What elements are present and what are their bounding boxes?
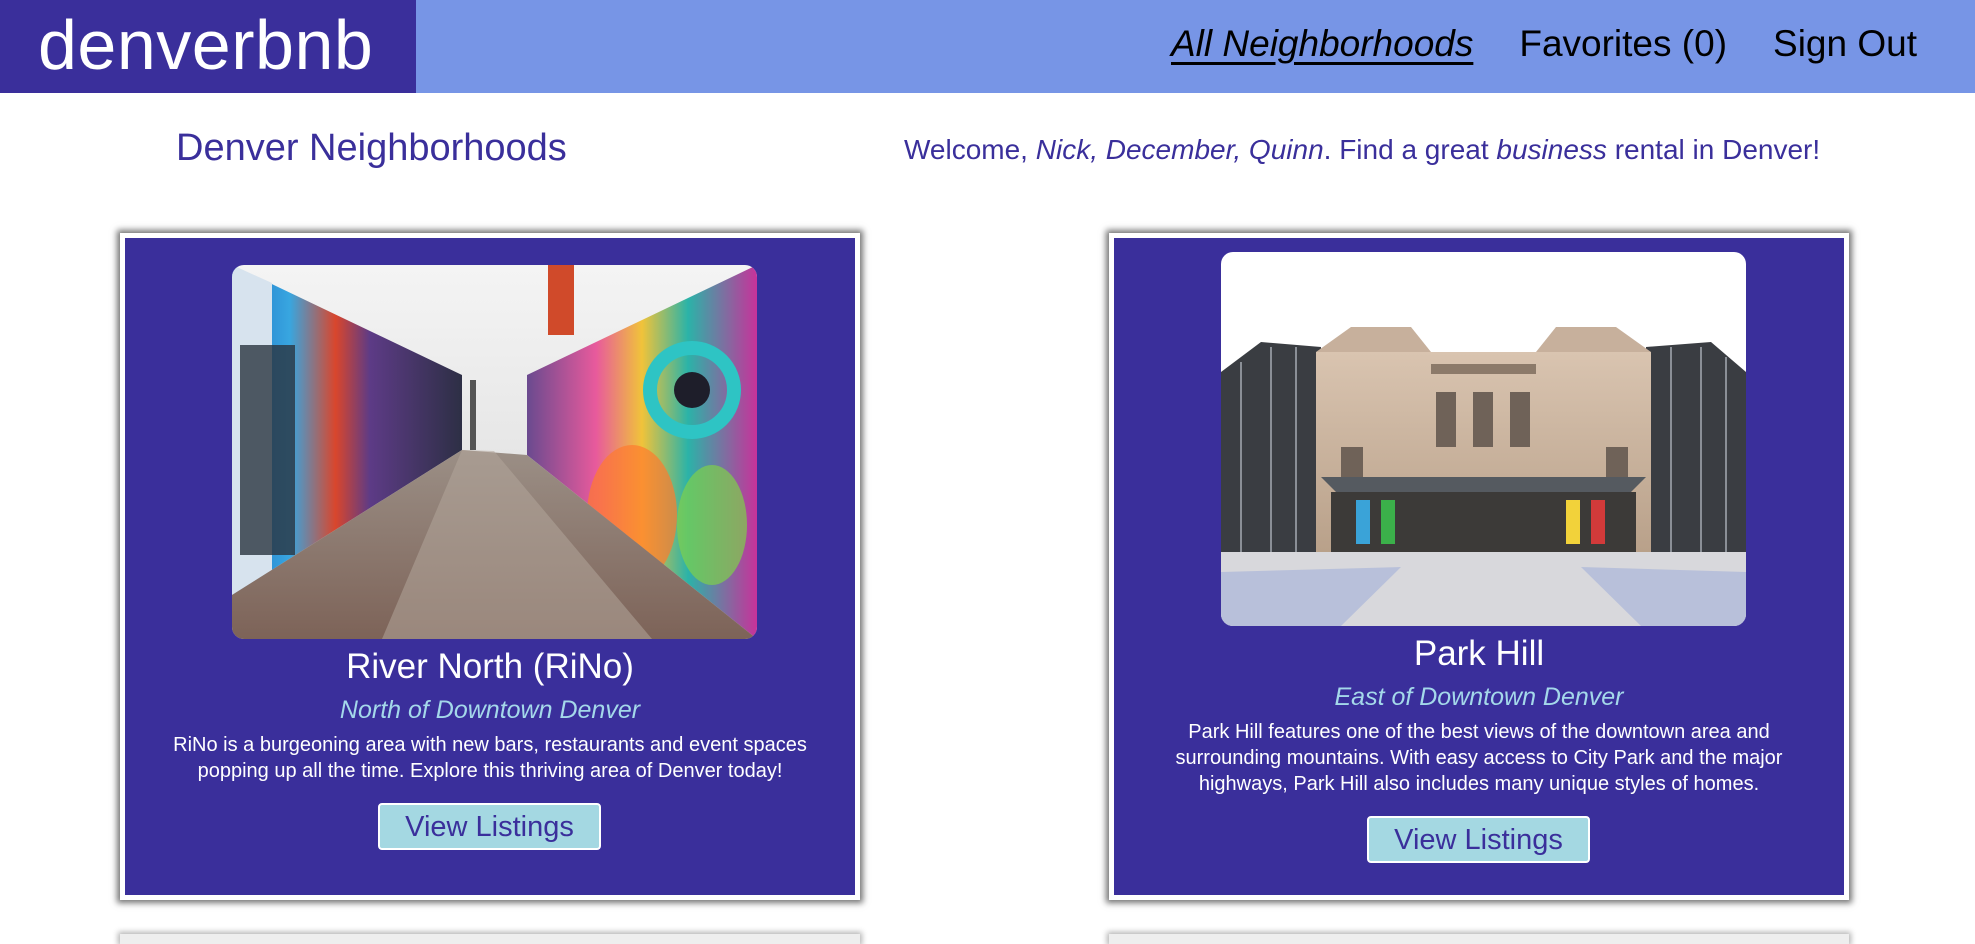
welcome-suffix: rental in Denver!: [1606, 134, 1821, 165]
welcome-middle: . Find a great: [1323, 134, 1497, 165]
nav-sign-out[interactable]: Sign Out: [1773, 20, 1917, 68]
museum-building-photo: [1221, 252, 1746, 626]
neighborhood-card-rino: River North (RiNo) North of Downtown Den…: [120, 233, 860, 900]
welcome-purpose: business: [1496, 134, 1607, 165]
card-description: Park Hill features one of the best views…: [1175, 721, 1783, 795]
view-listings-button[interactable]: View Listings: [378, 803, 601, 850]
card-title: Park Hill: [1413, 634, 1545, 673]
nav-favorites[interactable]: Favorites (0): [1519, 20, 1727, 68]
logo-container[interactable]: denverbnb: [0, 0, 416, 93]
next-card-edge: [1109, 934, 1849, 944]
card-subtitle: East of Downtown Denver: [1334, 683, 1624, 711]
neighborhood-card-park-hill: Park Hill East of Downtown Denver Park H…: [1109, 233, 1849, 900]
welcome-prefix: Welcome,: [904, 134, 1036, 165]
card-subtitle: North of Downtown Denver: [339, 696, 641, 724]
card-description: RiNo is a burgeoning area with new bars,…: [173, 734, 807, 782]
view-listings-button[interactable]: View Listings: [1367, 816, 1590, 863]
welcome-names: Nick, December, Quinn: [1035, 134, 1324, 165]
graffiti-alley-photo: [232, 265, 757, 639]
logo[interactable]: denverbnb: [38, 5, 373, 85]
top-nav-bar: denverbnb All Neighborhoods Favorites (0…: [0, 0, 1975, 93]
nav-all-neighborhoods[interactable]: All Neighborhoods: [1171, 20, 1473, 68]
next-card-edge: [120, 934, 860, 944]
card-title: River North (RiNo): [346, 647, 634, 686]
page-title: Denver Neighborhoods: [176, 127, 567, 169]
nav-links: All Neighborhoods Favorites (0) Sign Out: [1171, 20, 1917, 68]
welcome-message: Welcome, Nick, December, Quinn. Find a g…: [904, 134, 1820, 166]
